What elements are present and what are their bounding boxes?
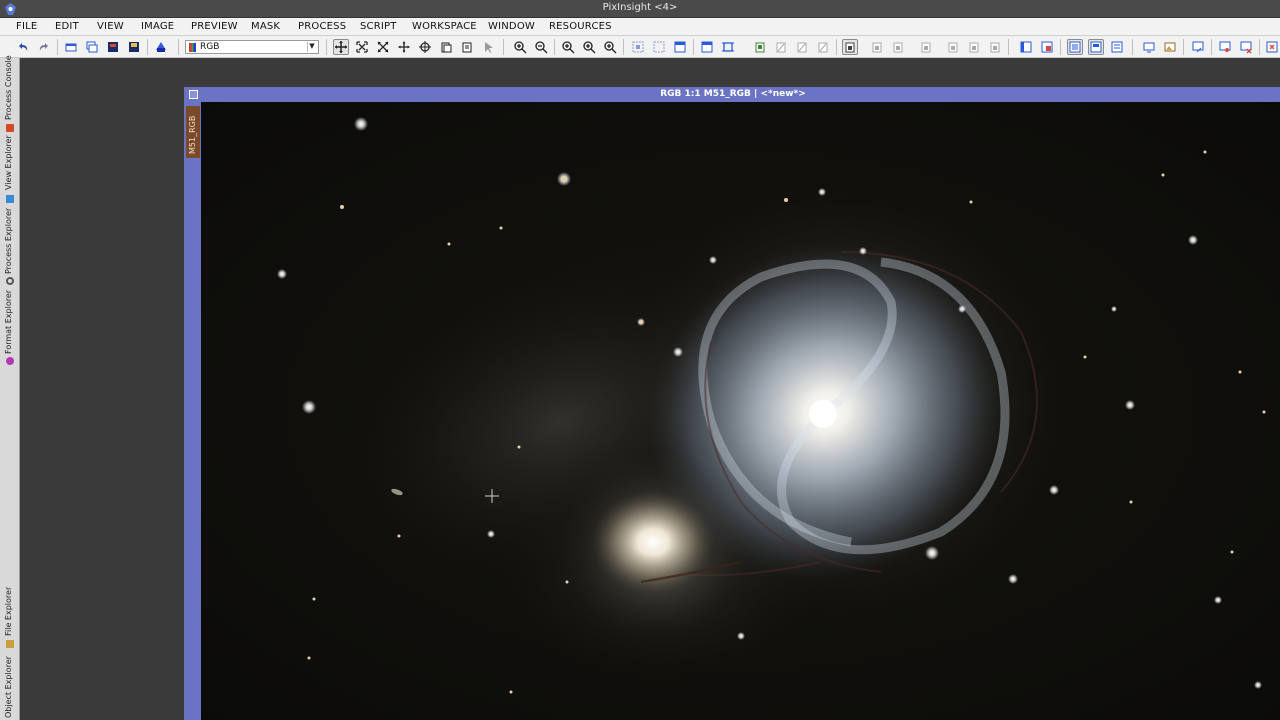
pan-mode-icon[interactable]: [396, 39, 412, 55]
rgb-swatch-icon: [189, 43, 196, 52]
image-window-side-bar: M51_RGB: [185, 102, 201, 720]
window-icon[interactable]: [699, 39, 715, 55]
console-icon: [6, 124, 14, 132]
view-selector[interactable]: RGB ▼: [185, 40, 319, 54]
image-window-titlebar[interactable]: RGB 1:1 M51_RGB | <*new*>: [185, 87, 1280, 102]
mask-icon[interactable]: [752, 39, 768, 55]
view-explorer-icon: [6, 195, 14, 203]
zoom-out-2-icon[interactable]: [602, 39, 618, 55]
monitor-icon[interactable]: [1141, 39, 1157, 55]
format-icon: [6, 357, 14, 365]
dock-tab-label: Process Console: [4, 55, 13, 120]
undo-icon[interactable]: [15, 39, 31, 55]
menu-workspace[interactable]: WORKSPACE: [412, 21, 477, 32]
menu-bar: FILE EDIT VIEW IMAGE PREVIEW MASK PROCES…: [0, 18, 1280, 36]
menu-window[interactable]: WINDOW: [488, 21, 535, 32]
image-window-title: RGB 1:1 M51_RGB | <*new*>: [660, 89, 806, 99]
store-preview-icon[interactable]: [672, 39, 688, 55]
new-preview-icon[interactable]: [651, 39, 667, 55]
image-canvas[interactable]: [201, 102, 1280, 720]
app-title: PixInsight <4>: [602, 2, 678, 13]
zoom-to-fit-icon[interactable]: [375, 39, 391, 55]
stf-boost-icon[interactable]: [987, 39, 1003, 55]
app-titlebar: PixInsight <4>: [0, 0, 1280, 18]
gear-icon: [6, 277, 14, 285]
duplicate-icon[interactable]: [84, 39, 100, 55]
mask-show-icon[interactable]: [842, 39, 858, 55]
save-icon[interactable]: [126, 39, 142, 55]
dock-tab-process-console[interactable]: Process Console: [0, 55, 20, 132]
dock-tab-file-explorer[interactable]: File Explorer: [0, 583, 20, 653]
menu-mask[interactable]: MASK: [251, 21, 280, 32]
stf-auto-icon[interactable]: [890, 39, 906, 55]
exit-icon[interactable]: [1264, 39, 1280, 55]
dock-tab-object-explorer[interactable]: Object Explorer: [0, 655, 20, 720]
screenshot-icon[interactable]: [1190, 39, 1206, 55]
zoom-in-2-icon[interactable]: [581, 39, 597, 55]
preview-icon[interactable]: [630, 39, 646, 55]
zoom-1-icon[interactable]: [560, 39, 576, 55]
new-image-icon[interactable]: [63, 39, 79, 55]
mask-remove-icon[interactable]: [794, 39, 810, 55]
sample-icon[interactable]: [438, 39, 454, 55]
mask-invert-icon[interactable]: [815, 39, 831, 55]
view-selector-value: RGB: [200, 42, 220, 52]
open-icon[interactable]: [105, 39, 121, 55]
zoom-in-icon[interactable]: [512, 39, 528, 55]
image-icon[interactable]: [1162, 39, 1178, 55]
menu-file[interactable]: FILE: [16, 21, 37, 32]
stf-icon[interactable]: [869, 39, 885, 55]
menu-image[interactable]: IMAGE: [141, 21, 174, 32]
workspace-1-icon[interactable]: [1067, 39, 1083, 55]
folder-icon: [6, 640, 14, 648]
dock-tab-label: View Explorer: [4, 135, 13, 190]
crop-icon[interactable]: [720, 39, 736, 55]
stf-reset-icon[interactable]: [918, 39, 934, 55]
dock-tab-label: Object Explorer: [4, 656, 13, 718]
dock-tab-format-explorer[interactable]: Format Explorer: [0, 290, 20, 370]
dynamic-pan-icon[interactable]: [333, 39, 349, 55]
stf-24bit-icon[interactable]: [966, 39, 982, 55]
clone-icon[interactable]: [459, 39, 475, 55]
image-window[interactable]: RGB 1:1 M51_RGB | <*new*> M51_RGB: [184, 87, 1280, 720]
chevron-down-icon[interactable]: ▼: [307, 42, 316, 52]
close-icon[interactable]: [1238, 39, 1254, 55]
menu-resources[interactable]: RESOURCES: [549, 21, 612, 32]
menu-preview[interactable]: PREVIEW: [191, 21, 238, 32]
redo-icon[interactable]: [36, 39, 52, 55]
dock-tab-view-explorer[interactable]: View Explorer: [0, 134, 20, 208]
zoom-out-icon[interactable]: [533, 39, 549, 55]
workspace-3-icon[interactable]: [1109, 39, 1125, 55]
pointer-icon[interactable]: [480, 39, 496, 55]
bookmark-icon[interactable]: [1217, 39, 1233, 55]
dock-tab-process-explorer[interactable]: Process Explorer: [0, 208, 20, 288]
menu-view[interactable]: VIEW: [97, 21, 124, 32]
workspace-2-icon[interactable]: [1088, 39, 1104, 55]
fit-view-icon[interactable]: [354, 39, 370, 55]
mask-select-icon[interactable]: [773, 39, 789, 55]
menu-script[interactable]: SCRIPT: [360, 21, 397, 32]
menu-edit[interactable]: EDIT: [55, 21, 79, 32]
left-dock: Process Console View Explorer Process Ex…: [0, 55, 20, 720]
view-id-label: M51_RGB: [188, 115, 197, 154]
close-all-icon[interactable]: [1039, 39, 1055, 55]
dock-tab-label: Format Explorer: [4, 289, 13, 354]
dock-tab-label: File Explorer: [4, 586, 13, 636]
menu-process[interactable]: PROCESS: [298, 21, 346, 32]
layout-icon[interactable]: [1018, 39, 1034, 55]
view-id-tab[interactable]: M51_RGB: [186, 106, 200, 158]
dock-tab-label: Process Explorer: [4, 207, 13, 274]
rgb-mode-icon[interactable]: [153, 39, 169, 55]
readout-icon[interactable]: [417, 39, 433, 55]
stf-link-icon[interactable]: [945, 39, 961, 55]
